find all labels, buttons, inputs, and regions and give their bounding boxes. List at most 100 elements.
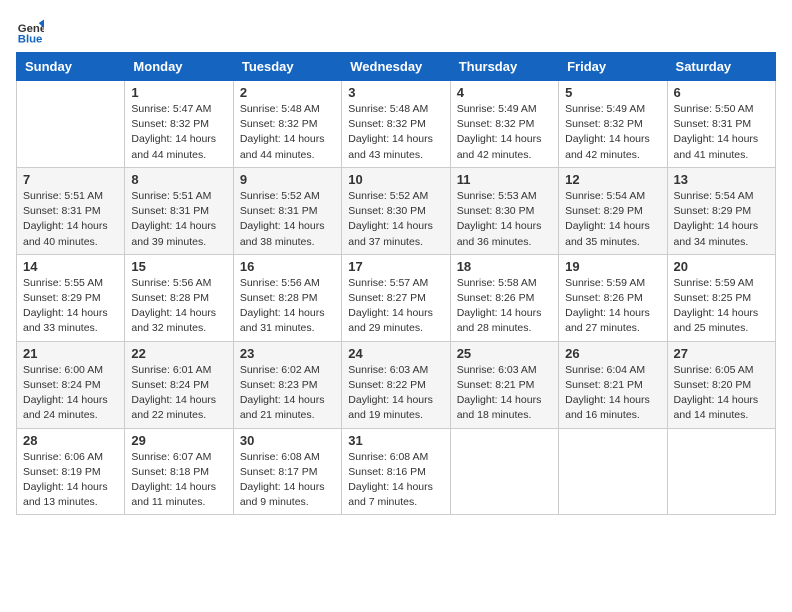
day-number: 14 [23, 259, 118, 274]
calendar-cell: 1 Sunrise: 5:47 AMSunset: 8:32 PMDaylight… [125, 81, 233, 168]
day-info: Sunrise: 5:54 AMSunset: 8:29 PMDaylight:… [674, 189, 769, 250]
calendar-cell: 14 Sunrise: 5:55 AMSunset: 8:29 PMDayligh… [17, 254, 125, 341]
calendar-cell: 7Sunrise: 5:51 AMSunset: 8:31 PMDaylight… [17, 167, 125, 254]
calendar-cell: 17 Sunrise: 5:57 AMSunset: 8:27 PMDayligh… [342, 254, 450, 341]
calendar-cell: 30 Sunrise: 6:08 AMSunset: 8:17 PMDayligh… [233, 428, 341, 515]
calendar-cell: 27Sunrise: 6:05 AMSunset: 8:20 PMDayligh… [667, 341, 775, 428]
day-number: 25 [457, 346, 552, 361]
calendar-cell: 4Sunrise: 5:49 AMSunset: 8:32 PMDaylight… [450, 81, 558, 168]
day-info: Sunrise: 5:59 AMSunset: 8:26 PMDaylight:… [565, 276, 660, 337]
day-info: Sunrise: 6:04 AMSunset: 8:21 PMDaylight:… [565, 363, 660, 424]
day-number: 23 [240, 346, 335, 361]
logo-icon: General Blue [16, 16, 44, 44]
day-number: 11 [457, 172, 552, 187]
day-number: 13 [674, 172, 769, 187]
day-number: 26 [565, 346, 660, 361]
day-number: 15 [131, 259, 226, 274]
calendar-cell: 12Sunrise: 5:54 AMSunset: 8:29 PMDayligh… [559, 167, 667, 254]
day-info: Sunrise: 5:50 AMSunset: 8:31 PMDaylight:… [674, 102, 769, 163]
calendar-cell: 22 Sunrise: 6:01 AMSunset: 8:24 PMDayligh… [125, 341, 233, 428]
day-number: 18 [457, 259, 552, 274]
day-number: 31 [348, 433, 443, 448]
day-number: 22 [131, 346, 226, 361]
calendar-cell: 10 Sunrise: 5:52 AMSunset: 8:30 PMDayligh… [342, 167, 450, 254]
day-number: 3 [348, 85, 443, 100]
day-info: Sunrise: 6:00 AMSunset: 8:24 PMDaylight:… [23, 363, 118, 424]
day-info: Sunrise: 5:51 AMSunset: 8:31 PMDaylight:… [131, 189, 226, 250]
day-info: Sunrise: 6:06 AMSunset: 8:19 PMDaylight:… [23, 450, 118, 511]
calendar-cell: 3Sunrise: 5:48 AMSunset: 8:32 PMDaylight… [342, 81, 450, 168]
calendar-cell: 26 Sunrise: 6:04 AMSunset: 8:21 PMDayligh… [559, 341, 667, 428]
calendar-cell: 6 Sunrise: 5:50 AMSunset: 8:31 PMDaylight… [667, 81, 775, 168]
day-info: Sunrise: 6:08 AMSunset: 8:17 PMDaylight:… [240, 450, 335, 511]
calendar-cell: 13 Sunrise: 5:54 AMSunset: 8:29 PMDayligh… [667, 167, 775, 254]
day-info: Sunrise: 5:47 AMSunset: 8:32 PMDaylight:… [131, 102, 226, 163]
calendar-cell: 16 Sunrise: 5:56 AMSunset: 8:28 PMDayligh… [233, 254, 341, 341]
day-info: Sunrise: 5:59 AMSunset: 8:25 PMDaylight:… [674, 276, 769, 337]
day-info: Sunrise: 5:57 AMSunset: 8:27 PMDaylight:… [348, 276, 443, 337]
day-info: Sunrise: 6:03 AMSunset: 8:22 PMDaylight:… [348, 363, 443, 424]
calendar-cell: 18 Sunrise: 5:58 AMSunset: 8:26 PMDayligh… [450, 254, 558, 341]
days-header-row: SundayMondayTuesdayWednesdayThursdayFrid… [17, 53, 776, 81]
calendar-cell: 5 Sunrise: 5:49 AMSunset: 8:32 PMDaylight… [559, 81, 667, 168]
header: General Blue [16, 16, 776, 44]
day-number: 10 [348, 172, 443, 187]
day-number: 2 [240, 85, 335, 100]
day-info: Sunrise: 5:56 AMSunset: 8:28 PMDaylight:… [240, 276, 335, 337]
day-number: 20 [674, 259, 769, 274]
day-header-monday: Monday [125, 53, 233, 81]
calendar-cell [559, 428, 667, 515]
day-info: Sunrise: 5:55 AMSunset: 8:29 PMDaylight:… [23, 276, 118, 337]
day-number: 4 [457, 85, 552, 100]
day-header-tuesday: Tuesday [233, 53, 341, 81]
day-number: 21 [23, 346, 118, 361]
calendar-cell: 28 Sunrise: 6:06 AMSunset: 8:19 PMDayligh… [17, 428, 125, 515]
day-number: 9 [240, 172, 335, 187]
day-header-friday: Friday [559, 53, 667, 81]
day-info: Sunrise: 6:05 AMSunset: 8:20 PMDaylight:… [674, 363, 769, 424]
day-number: 5 [565, 85, 660, 100]
day-number: 29 [131, 433, 226, 448]
logo: General Blue [16, 16, 44, 44]
day-info: Sunrise: 5:53 AMSunset: 8:30 PMDaylight:… [457, 189, 552, 250]
day-info: Sunrise: 5:51 AMSunset: 8:31 PMDaylight:… [23, 189, 118, 250]
day-number: 17 [348, 259, 443, 274]
day-info: Sunrise: 5:54 AMSunset: 8:29 PMDaylight:… [565, 189, 660, 250]
day-info: Sunrise: 5:49 AMSunset: 8:32 PMDaylight:… [565, 102, 660, 163]
calendar-cell [450, 428, 558, 515]
day-info: Sunrise: 5:58 AMSunset: 8:26 PMDaylight:… [457, 276, 552, 337]
calendar-cell [17, 81, 125, 168]
calendar-cell: 2 Sunrise: 5:48 AMSunset: 8:32 PMDaylight… [233, 81, 341, 168]
day-info: Sunrise: 6:07 AMSunset: 8:18 PMDaylight:… [131, 450, 226, 511]
day-info: Sunrise: 6:08 AMSunset: 8:16 PMDaylight:… [348, 450, 443, 511]
day-number: 1 [131, 85, 226, 100]
day-info: Sunrise: 6:01 AMSunset: 8:24 PMDaylight:… [131, 363, 226, 424]
calendar-cell: 8 Sunrise: 5:51 AMSunset: 8:31 PMDaylight… [125, 167, 233, 254]
day-info: Sunrise: 5:48 AMSunset: 8:32 PMDaylight:… [240, 102, 335, 163]
day-header-wednesday: Wednesday [342, 53, 450, 81]
calendar-cell: 31 Sunrise: 6:08 AMSunset: 8:16 PMDayligh… [342, 428, 450, 515]
day-header-sunday: Sunday [17, 53, 125, 81]
day-info: Sunrise: 5:56 AMSunset: 8:28 PMDaylight:… [131, 276, 226, 337]
calendar-cell: 25 Sunrise: 6:03 AMSunset: 8:21 PMDayligh… [450, 341, 558, 428]
week-row-5: 28 Sunrise: 6:06 AMSunset: 8:19 PMDayligh… [17, 428, 776, 515]
calendar-cell [667, 428, 775, 515]
day-number: 6 [674, 85, 769, 100]
day-info: Sunrise: 5:52 AMSunset: 8:31 PMDaylight:… [240, 189, 335, 250]
calendar-cell: 11 Sunrise: 5:53 AMSunset: 8:30 PMDayligh… [450, 167, 558, 254]
day-number: 24 [348, 346, 443, 361]
calendar-cell: 21 Sunrise: 6:00 AMSunset: 8:24 PMDayligh… [17, 341, 125, 428]
week-row-1: 1 Sunrise: 5:47 AMSunset: 8:32 PMDaylight… [17, 81, 776, 168]
day-info: Sunrise: 5:52 AMSunset: 8:30 PMDaylight:… [348, 189, 443, 250]
calendar-table: SundayMondayTuesdayWednesdayThursdayFrid… [16, 52, 776, 515]
day-info: Sunrise: 6:03 AMSunset: 8:21 PMDaylight:… [457, 363, 552, 424]
day-number: 16 [240, 259, 335, 274]
day-number: 8 [131, 172, 226, 187]
calendar-cell: 20 Sunrise: 5:59 AMSunset: 8:25 PMDayligh… [667, 254, 775, 341]
day-number: 28 [23, 433, 118, 448]
day-number: 30 [240, 433, 335, 448]
calendar-cell: 19Sunrise: 5:59 AMSunset: 8:26 PMDayligh… [559, 254, 667, 341]
day-info: Sunrise: 6:02 AMSunset: 8:23 PMDaylight:… [240, 363, 335, 424]
day-header-thursday: Thursday [450, 53, 558, 81]
week-row-3: 14 Sunrise: 5:55 AMSunset: 8:29 PMDayligh… [17, 254, 776, 341]
